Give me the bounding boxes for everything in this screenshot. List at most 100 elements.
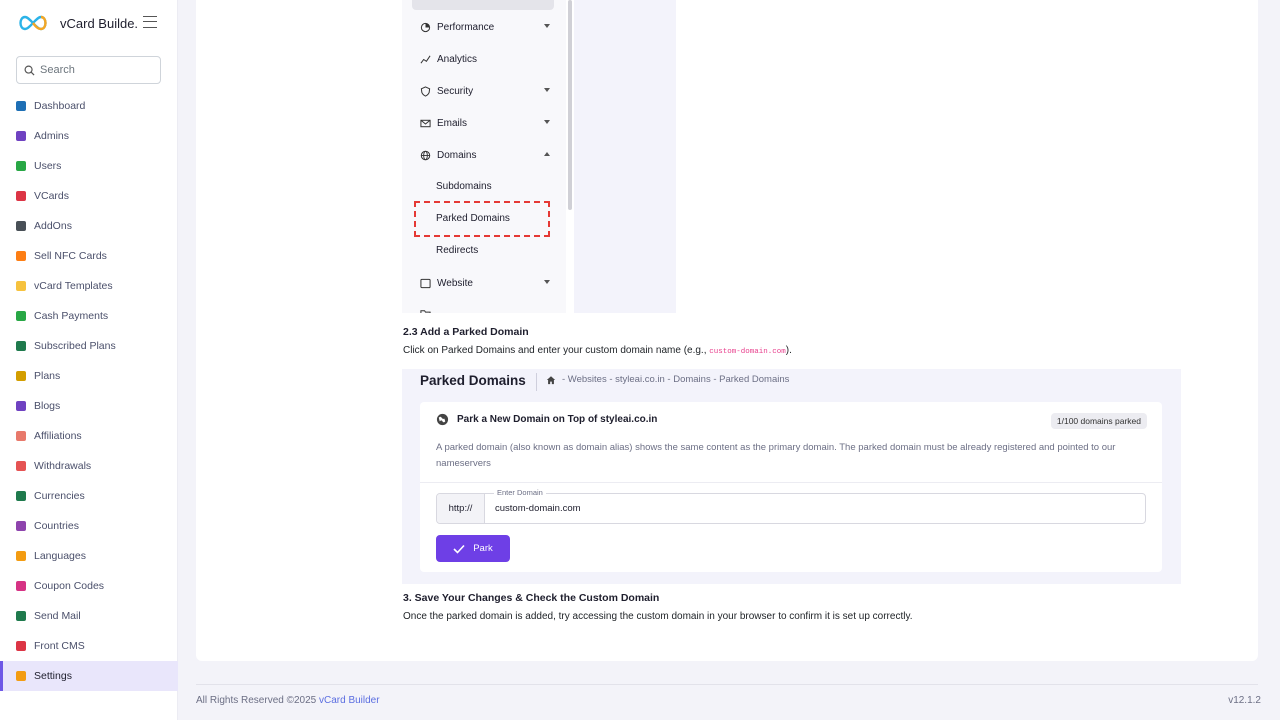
sidebar-item-icon: [16, 251, 26, 261]
shield-icon: [420, 85, 431, 97]
sidebar-item-languages[interactable]: Languages: [0, 541, 178, 571]
sidebar-item-users[interactable]: Users: [0, 151, 178, 181]
sidebar-item-send-mail[interactable]: Send Mail: [0, 601, 178, 631]
menu-item-previous: [412, 0, 554, 10]
sidebar-item-addons[interactable]: AddOns: [0, 211, 178, 241]
app-version: v12.1.2: [1228, 695, 1261, 706]
sidebar-item-icon: [16, 131, 26, 141]
menu-subitem-subdomains[interactable]: Subdomains: [436, 181, 492, 192]
sidebar-item-coupon-codes[interactable]: Coupon Codes: [0, 571, 178, 601]
breadcrumb: - Websites - styleai.co.in - Domains - P…: [546, 374, 789, 385]
window-icon: [420, 278, 431, 288]
globe-icon: [436, 413, 449, 426]
sidebar-item-dashboard[interactable]: Dashboard: [0, 91, 178, 121]
menu-item-emails[interactable]: Emails: [420, 115, 550, 131]
envelope-icon: [420, 119, 431, 127]
chart-line-icon: [420, 55, 431, 63]
folder-icon: [420, 309, 431, 313]
step-text-part: ).: [785, 345, 792, 356]
sidebar-item-vcard-templates[interactable]: vCard Templates: [0, 271, 178, 301]
sidebar-item-label: Coupon Codes: [34, 580, 105, 592]
sidebar-item-icon: [16, 341, 26, 351]
preview-pane: [574, 0, 676, 313]
sidebar-item-icon: [16, 311, 26, 321]
sidebar-item-admins[interactable]: Admins: [0, 121, 178, 151]
sidebar-item-sell-nfc-cards[interactable]: Sell NFC Cards: [0, 241, 178, 271]
footer-link[interactable]: vCard Builder: [319, 695, 380, 706]
sidebar-nav: Dashboard Admins Users VCards AddOns Sell NFC…: [0, 91, 178, 691]
sidebar-item-icon: [16, 431, 26, 441]
sidebar-item-label: Users: [34, 160, 62, 172]
scrollbar[interactable]: [568, 0, 572, 210]
globe-icon: [420, 150, 431, 160]
sidebar-item-label: Front CMS: [34, 640, 85, 652]
menu-toggle-icon[interactable]: [143, 16, 157, 28]
sidebar-item-blogs[interactable]: Blogs: [0, 391, 178, 421]
panel-header: Park a New Domain on Top of styleai.co.i…: [436, 413, 657, 426]
sidebar-item-currencies[interactable]: Currencies: [0, 481, 178, 511]
chevron-down-icon: [544, 88, 550, 92]
sidebar-item-label: VCards: [34, 190, 70, 202]
sidebar-item-icon: [16, 371, 26, 381]
sidebar-item-plans[interactable]: Plans: [0, 361, 178, 391]
step-title: 2.3 Add a Parked Domain: [403, 326, 529, 338]
menu-item-label: Performance: [437, 21, 495, 33]
sidebar-item-label: Blogs: [34, 400, 61, 412]
sidebar-item-icon: [16, 671, 26, 681]
sidebar-item-settings[interactable]: Settings: [0, 661, 178, 691]
sidebar-item-icon: [16, 101, 26, 111]
domain-input-group: http:// Enter Domain: [436, 488, 1146, 524]
sidebar-item-front-cms[interactable]: Front CMS: [0, 631, 178, 661]
parked-domains-screenshot: Parked Domains - Websites - styleai.co.i…: [402, 369, 1181, 584]
domain-field-wrap: Enter Domain: [485, 488, 1145, 523]
sidebar-item-countries[interactable]: Countries: [0, 511, 178, 541]
chevron-down-icon: [544, 24, 550, 28]
domain-input[interactable]: [495, 503, 1095, 514]
brand[interactable]: vCard Builde...: [16, 10, 166, 36]
gauge-icon: [420, 22, 431, 32]
sidebar-item-label: Dashboard: [34, 100, 86, 112]
sidebar-item-label: Admins: [34, 130, 70, 142]
menu-item-analytics[interactable]: Analytics: [420, 51, 550, 67]
divider: [420, 482, 1162, 483]
panel-description: A parked domain (also known as domain al…: [436, 442, 1116, 469]
chevron-down-icon: [544, 280, 550, 284]
search-input[interactable]: [40, 64, 150, 76]
menu-subitem-redirects[interactable]: Redirects: [436, 245, 478, 256]
sidebar-item-icon: [16, 611, 26, 621]
sidebar-item-label: Languages: [34, 550, 86, 562]
sidebar-item-vcards[interactable]: VCards: [0, 181, 178, 211]
highlight-box: [414, 201, 550, 237]
sidebar-item-icon: [16, 641, 26, 651]
sidebar-item-label: Plans: [34, 370, 61, 382]
sidebar-item-icon: [16, 521, 26, 531]
sidebar-item-label: Affiliations: [34, 430, 82, 442]
footer-divider: [196, 684, 1258, 685]
sidebar-item-label: Settings: [34, 670, 72, 682]
menu-item-security[interactable]: Security: [420, 83, 550, 99]
search-box[interactable]: [16, 56, 161, 84]
step-text-part: Click on Parked Domains and enter your c…: [403, 345, 710, 356]
sidebar-item-affiliations[interactable]: Affiliations: [0, 421, 178, 451]
sidebar-item-label: Cash Payments: [34, 310, 109, 322]
divider: [536, 373, 537, 391]
sidebar-item-icon: [16, 551, 26, 561]
footer-copyright: All Rights Reserved ©2025 vCard Builder: [196, 695, 380, 706]
infinity-logo-icon: [19, 15, 47, 31]
breadcrumb-text: - Websites - styleai.co.in - Domains - P…: [562, 374, 790, 385]
sidebar-item-icon: [16, 491, 26, 501]
sidebar-item-icon: [16, 581, 26, 591]
sidebar-item-cash-payments[interactable]: Cash Payments: [0, 301, 178, 331]
menu-item-label: Analytics: [437, 53, 478, 65]
park-button[interactable]: Park: [436, 535, 510, 562]
home-icon[interactable]: [546, 375, 556, 385]
menu-item-website[interactable]: Website: [420, 275, 550, 291]
sidebar-item-icon: [16, 401, 26, 411]
sidebar-item-subscribed-plans[interactable]: Subscribed Plans: [0, 331, 178, 361]
menu-item-domains[interactable]: Domains: [420, 147, 550, 163]
menu-item-label: Website: [437, 277, 473, 289]
protocol-prefix: http://: [437, 494, 485, 523]
sidebar-item-withdrawals[interactable]: Withdrawals: [0, 451, 178, 481]
menu-item-performance[interactable]: Performance: [420, 19, 550, 35]
sidebar-item-label: Send Mail: [34, 610, 81, 622]
